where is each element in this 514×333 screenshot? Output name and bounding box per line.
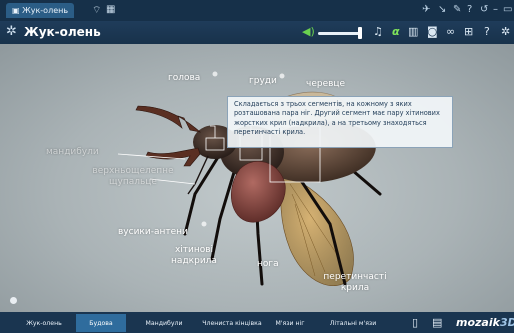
scene-indicator-dot[interactable]: [10, 297, 17, 304]
grid-icon[interactable]: ▦: [106, 4, 115, 15]
book-icon[interactable]: ▥: [408, 25, 418, 39]
window-tab-title: Жук-олень: [22, 6, 69, 15]
maximize-icon[interactable]: ▭: [503, 4, 512, 16]
pen-icon[interactable]: ✎: [453, 4, 461, 16]
page-icon: ▣: [12, 6, 23, 15]
tab-structure[interactable]: Будова: [76, 314, 126, 332]
tab-articulated-limb[interactable]: Членистa кінцівка: [200, 314, 264, 332]
mandibles: [135, 105, 202, 167]
gear-icon[interactable]: ✲: [501, 25, 510, 39]
hotspot-marker[interactable]: [212, 71, 218, 77]
tab-mandibles[interactable]: Мандибули: [134, 314, 194, 332]
refresh-icon[interactable]: ↺: [480, 4, 488, 16]
arrow-icon[interactable]: ↘: [438, 4, 446, 16]
grid-icon[interactable]: ⊞: [464, 25, 473, 39]
hotspot-marker[interactable]: [201, 221, 207, 227]
tab-flight-muscles[interactable]: Літальні м'язи: [324, 314, 382, 332]
alpha-icon[interactable]: α: [392, 25, 400, 39]
tab-stag-beetle[interactable]: Жук-олень: [14, 314, 74, 332]
link-icon[interactable]: ∞: [446, 25, 455, 39]
label-head[interactable]: голова: [168, 73, 200, 84]
page-icon[interactable]: ⌔: [92, 4, 101, 17]
label-mandibles[interactable]: мандибули: [46, 147, 99, 158]
hotspot-marker[interactable]: [279, 73, 285, 79]
help-icon[interactable]: ?: [467, 4, 472, 16]
camera-icon[interactable]: ◙: [427, 25, 438, 39]
label-antennae[interactable]: вусики-антени: [118, 227, 188, 238]
save-icon[interactable]: ▤: [432, 315, 442, 331]
gear-icon[interactable]: ✲: [6, 24, 17, 39]
speaker-icon[interactable]: ◀): [302, 25, 315, 38]
label-maxillary-palps[interactable]: верхньощелепне щупальце: [90, 166, 176, 188]
volume-slider-handle[interactable]: [358, 27, 362, 39]
label-leg[interactable]: нога: [257, 259, 279, 270]
pin-icon[interactable]: ✈: [422, 4, 430, 16]
label-hind-wings[interactable]: перетинчасті крила: [323, 272, 387, 294]
minimize-icon[interactable]: –: [493, 4, 498, 16]
tab-leg-muscles[interactable]: М'язи ніг: [262, 314, 318, 332]
label-thorax[interactable]: груди: [249, 76, 277, 87]
app-window-tab[interactable]: ▣ Жук-олень: [6, 3, 74, 18]
label-elytra[interactable]: хітинові надкрила: [164, 245, 224, 267]
volume-slider[interactable]: [318, 32, 362, 35]
mozaik-logo: mozaik3D: [456, 316, 514, 329]
help-icon[interactable]: ?: [484, 25, 490, 39]
document-icon[interactable]: ▯: [412, 315, 418, 331]
info-tooltip: Складається з трьох сегментів, на кожном…: [227, 96, 453, 148]
label-abdomen[interactable]: черевце: [306, 79, 345, 90]
window-tab-strip: [0, 0, 514, 21]
page-title: Жук-олень: [24, 25, 101, 39]
elytra: [231, 161, 286, 223]
music-icon[interactable]: ♫: [373, 25, 383, 39]
